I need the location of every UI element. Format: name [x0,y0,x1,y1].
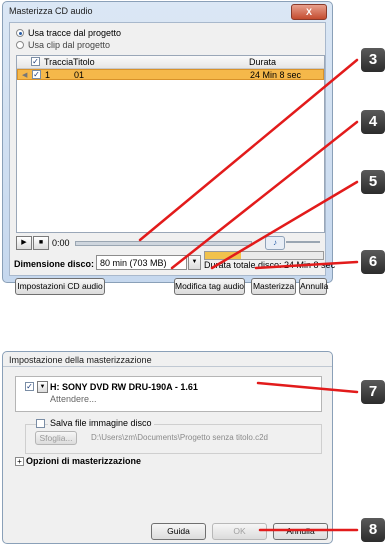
callout-line-7 [256,381,359,394]
callout-badge-3: 3 [361,48,385,72]
callout-badge-5: 5 [361,170,385,194]
callout-line-3 [138,58,359,242]
callout-lines [138,58,359,532]
callout-badge-8: 8 [361,518,385,542]
callout-line-4 [170,120,359,270]
callout-badge-6: 6 [361,250,385,274]
callout-badge-4: 4 [361,110,385,134]
callout-badge-7: 7 [361,380,385,404]
callout-line-6 [254,260,359,270]
callout-line-5 [210,180,359,270]
